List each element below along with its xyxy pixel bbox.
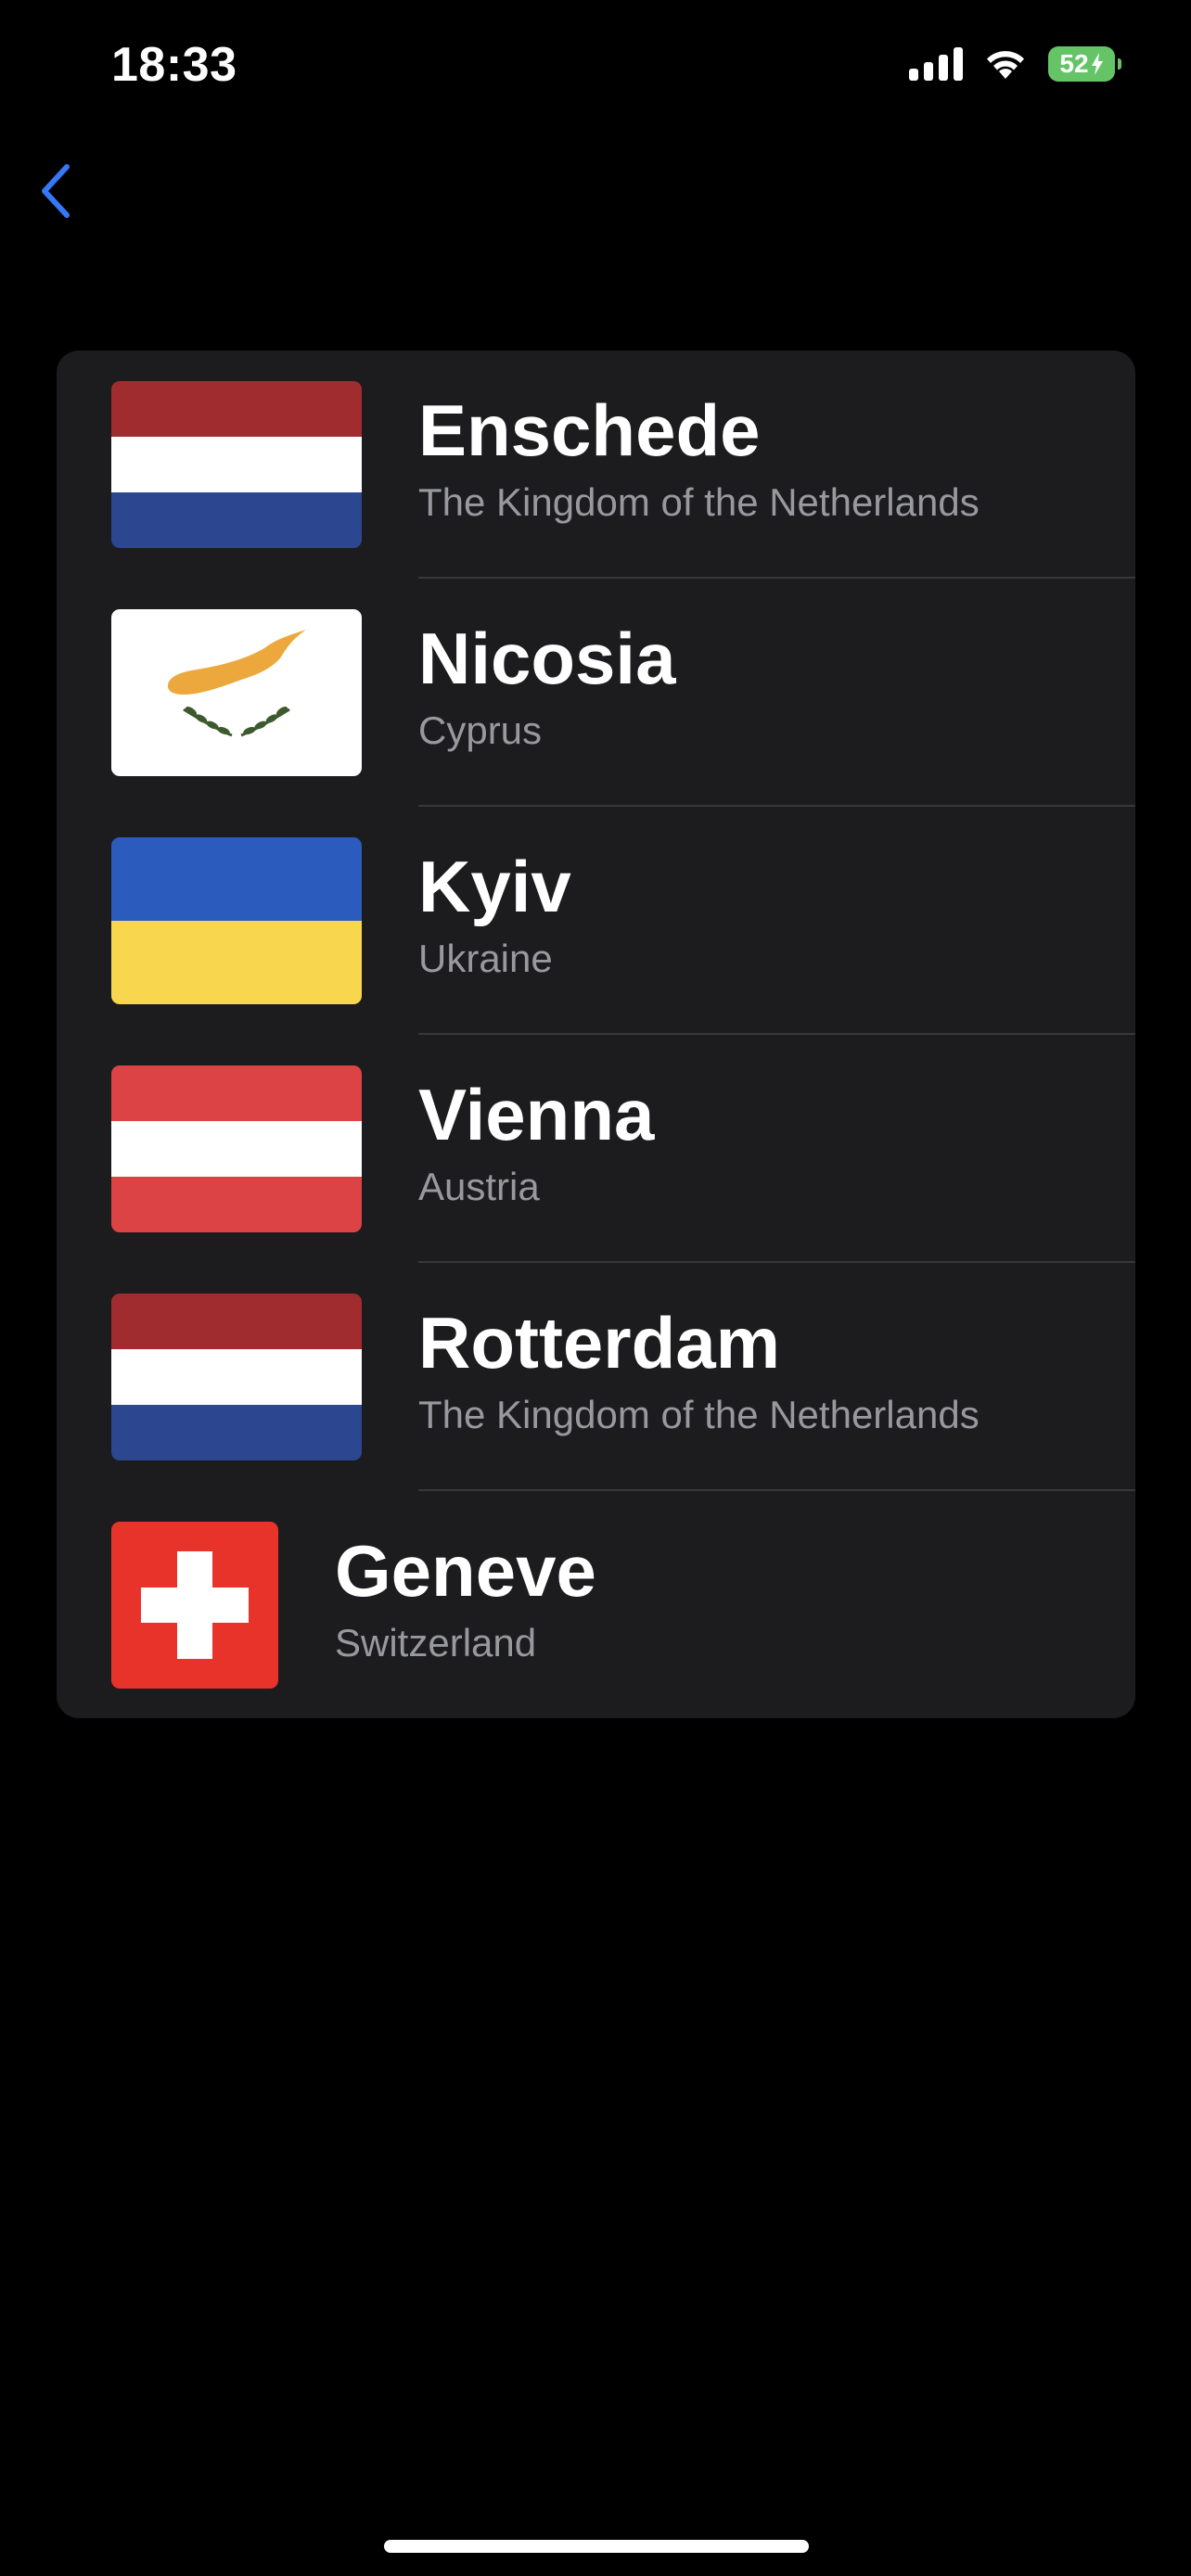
netherlands-flag-icon (111, 381, 362, 548)
city-name: Geneve (335, 1530, 596, 1612)
country-name: The Kingdom of the Netherlands (418, 1393, 980, 1436)
country-name: Cyprus (418, 708, 543, 752)
city-name: Rotterdam (418, 1302, 781, 1384)
city-name: Vienna (418, 1074, 655, 1155)
city-name: Nicosia (418, 618, 676, 699)
netherlands-flag-icon (111, 1294, 362, 1460)
home-indicator[interactable] (384, 2540, 809, 2553)
city-row-geneve[interactable]: Geneve Switzerland (57, 1491, 1135, 1718)
charging-bolt-icon (1091, 53, 1103, 75)
cyprus-flag-icon (111, 609, 362, 776)
status-icons: 52 (909, 46, 1121, 82)
status-time: 18:33 (111, 38, 237, 92)
austria-flag-icon (111, 1065, 362, 1232)
country-name: The Kingdom of the Netherlands (418, 480, 980, 524)
city-row-rotterdam[interactable]: Rotterdam The Kingdom of the Netherlands (57, 1263, 1135, 1491)
ukraine-flag-icon (111, 837, 362, 1004)
country-name: Switzerland (335, 1621, 537, 1664)
city-row-enschede[interactable]: Enschede The Kingdom of the Netherlands (57, 351, 1135, 579)
city-name: Enschede (418, 389, 761, 471)
cellular-signal-icon (909, 47, 963, 81)
battery-icon: 52 (1048, 46, 1121, 82)
switzerland-flag-icon (111, 1522, 278, 1689)
wifi-icon (987, 51, 1024, 79)
country-name: Ukraine (418, 937, 553, 980)
country-name: Austria (418, 1165, 540, 1208)
city-list: Enschede The Kingdom of the Netherlands (57, 351, 1135, 1718)
chevron-left-icon (42, 164, 70, 218)
city-name: Kyiv (418, 846, 571, 927)
city-row-nicosia[interactable]: Nicosia Cyprus (57, 579, 1135, 807)
battery-level: 52 (1059, 49, 1089, 78)
city-row-vienna[interactable]: Vienna Austria (57, 1035, 1135, 1263)
back-button[interactable] (28, 156, 83, 226)
city-row-kyiv[interactable]: Kyiv Ukraine (57, 807, 1135, 1035)
